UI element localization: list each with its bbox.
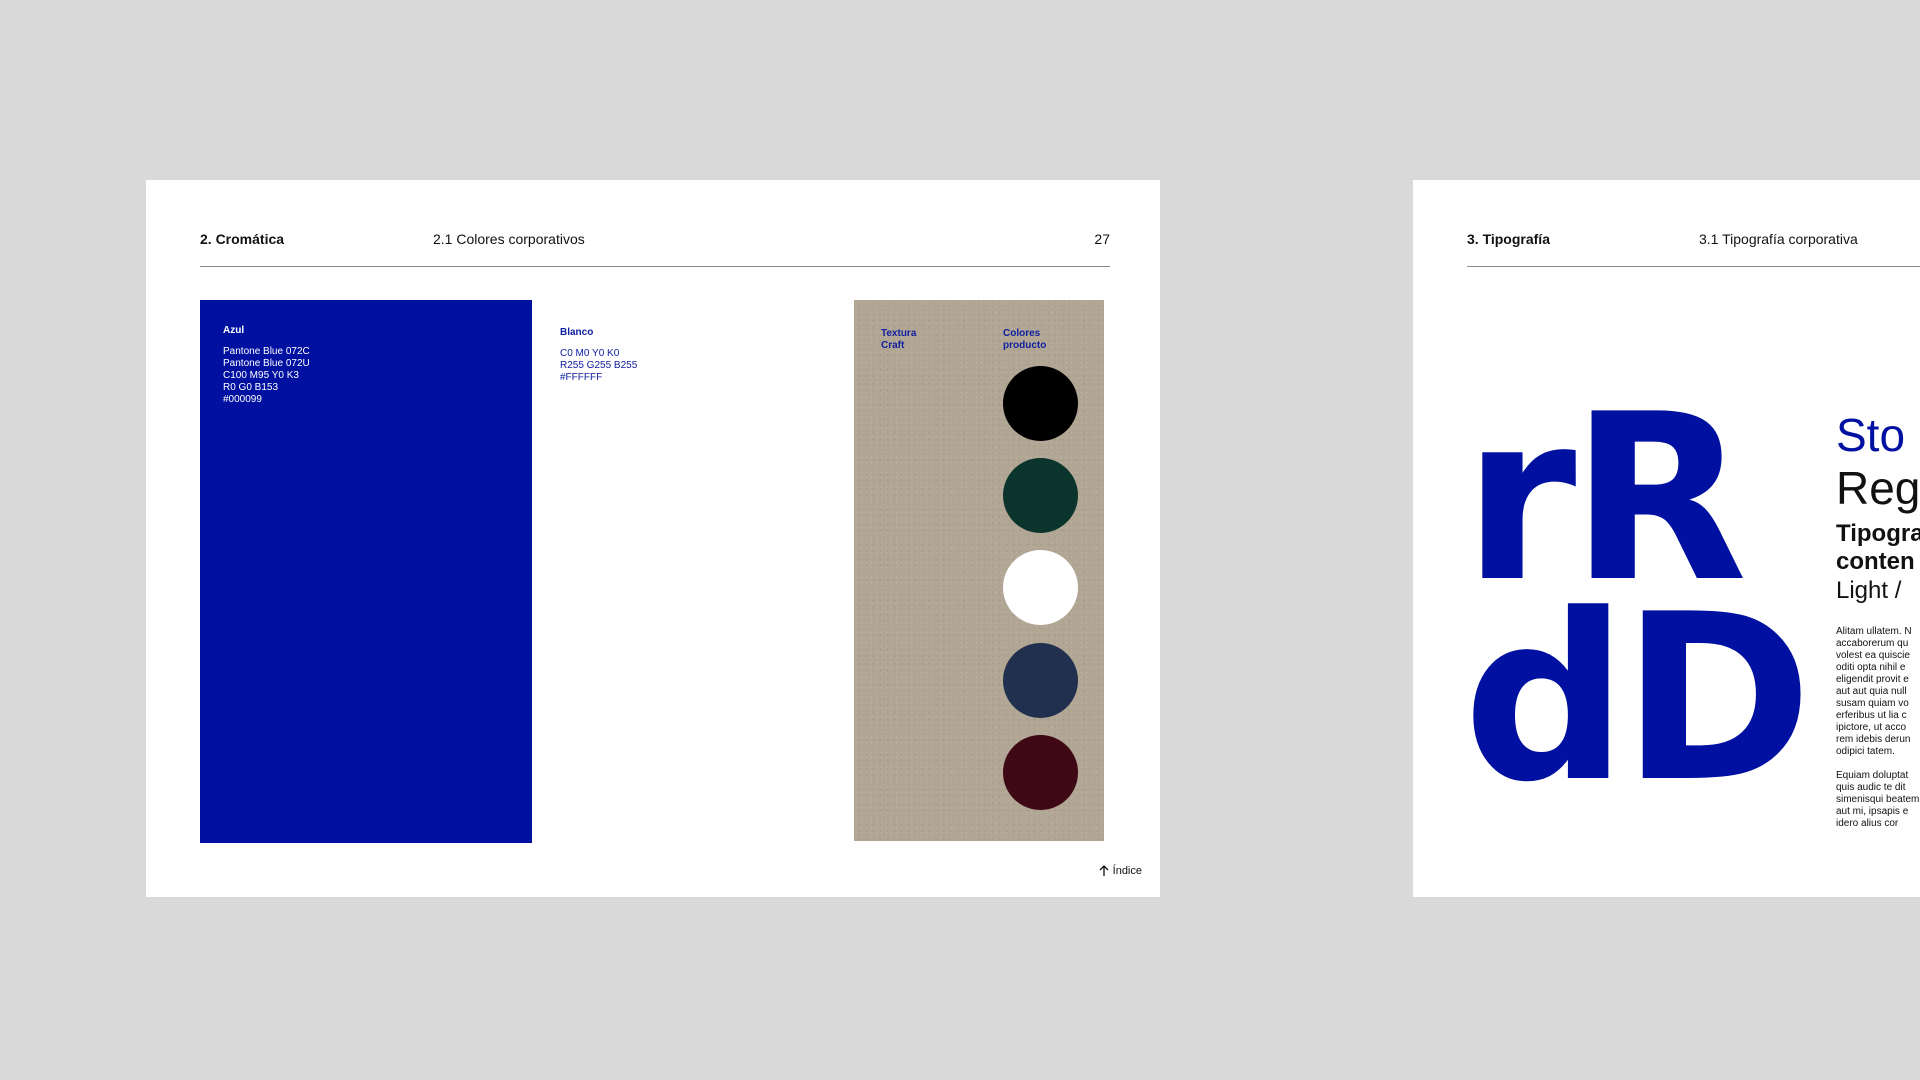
product-label-line: producto — [1003, 340, 1047, 351]
white-swatch-specs: C0 M0 Y0 K0 R255 G255 B255 #FFFFFF — [560, 348, 637, 384]
body-line: Alitam ullatem. N — [1836, 626, 1912, 637]
swatch-spec: #FFFFFF — [560, 372, 603, 383]
body-line: simenisqui beatem — [1836, 794, 1920, 805]
body-line: quis audic te dit — [1836, 782, 1906, 793]
specimen-line-2: dD — [1463, 566, 1813, 833]
brand-page-typography: 3. Tipografía 3.1 Tipografía corporativa… — [1413, 180, 1920, 897]
index-link-label: Índice — [1112, 865, 1142, 877]
white-swatch-name: Blanco — [560, 327, 594, 338]
typeface-description: Sto Reg Tipogra conten Light / Alitam ul… — [1836, 408, 1920, 830]
typeface-weight: Reg — [1836, 462, 1920, 514]
body-line: aut mi, ipsapis e — [1836, 806, 1909, 817]
body-line: accaborerum qu — [1836, 638, 1909, 649]
swatch-specs: Pantone Blue 072C Pantone Blue 072U C100… — [223, 346, 310, 406]
body-line: ipictore, ut acco — [1836, 722, 1907, 733]
product-colors-label: Colores producto — [1003, 328, 1046, 352]
index-link[interactable]: Índice — [1099, 865, 1142, 877]
body-line: idero alius cor — [1836, 818, 1899, 829]
swatch-spec: C100 M95 Y0 K3 — [223, 370, 299, 381]
subsection-title: 3.1 Tipografía corporativa — [1699, 231, 1858, 247]
body-line: oditi opta nihil e — [1836, 662, 1906, 673]
typeface-heading-line: conten — [1836, 548, 1915, 575]
typeface-heading-line: Tipogra — [1836, 520, 1920, 547]
product-color-dot-green — [1003, 458, 1078, 533]
page-header: 2. Cromática 2.1 Colores corporativos 27 — [200, 231, 1110, 255]
header-divider — [200, 266, 1110, 267]
product-color-dot-white — [1003, 550, 1078, 625]
swatch-spec: Pantone Blue 072U — [223, 358, 310, 369]
product-color-dot-black — [1003, 366, 1078, 441]
body-line: volest ea quiscie — [1836, 650, 1910, 661]
body-line: rem idebis derun — [1836, 734, 1911, 745]
arrow-up-icon — [1099, 865, 1109, 876]
section-title: 3. Tipografía — [1467, 231, 1550, 247]
product-label-line: Colores — [1003, 328, 1041, 339]
body-line: eligendit provit e — [1836, 674, 1909, 685]
texture-label-line: Textura — [881, 328, 917, 339]
body-text-sample: Alitam ullatem. N accaborerum qu volest … — [1836, 626, 1920, 830]
body-line: Equiam doluptat — [1836, 770, 1909, 781]
swatch-spec: #000099 — [223, 394, 262, 405]
header-divider — [1467, 266, 1920, 267]
brand-page-color: 2. Cromática 2.1 Colores corporativos 27… — [146, 180, 1160, 897]
page-header: 3. Tipografía 3.1 Tipografía corporativa — [1467, 231, 1920, 255]
body-line: susam quiam vo — [1836, 698, 1909, 709]
swatch-spec: C0 M0 Y0 K0 — [560, 348, 620, 359]
texture-label-line: Craft — [881, 340, 905, 351]
swatch-name: Azul — [223, 325, 245, 336]
body-line: erferibus ut lia c — [1836, 710, 1907, 721]
texture-label: Textura Craft — [881, 328, 916, 352]
craft-texture-panel: Textura Craft Colores producto — [854, 300, 1104, 841]
typeface-name: Sto — [1836, 409, 1906, 461]
product-color-dot-navy — [1003, 643, 1078, 718]
product-color-dot-burgundy — [1003, 735, 1078, 810]
swatch-spec: Pantone Blue 072C — [223, 346, 310, 357]
typeface-weights-line: Light / — [1836, 577, 1902, 604]
swatch-spec: R0 G0 B153 — [223, 382, 279, 393]
body-line: aut aut quia null — [1836, 686, 1907, 697]
page-number: 27 — [1094, 231, 1110, 247]
presentation-stage: 2. Cromática 2.1 Colores corporativos 27… — [0, 0, 1920, 1080]
typeface-specimen-letters: rR dD — [1463, 385, 1813, 833]
section-title: 2. Cromática — [200, 231, 285, 247]
swatch-spec: R255 G255 B255 — [560, 360, 638, 371]
body-line: odipici tatem. — [1836, 746, 1895, 757]
subsection-title: 2.1 Colores corporativos — [433, 231, 585, 247]
blue-swatch: Azul Pantone Blue 072C Pantone Blue 072U… — [200, 300, 532, 843]
